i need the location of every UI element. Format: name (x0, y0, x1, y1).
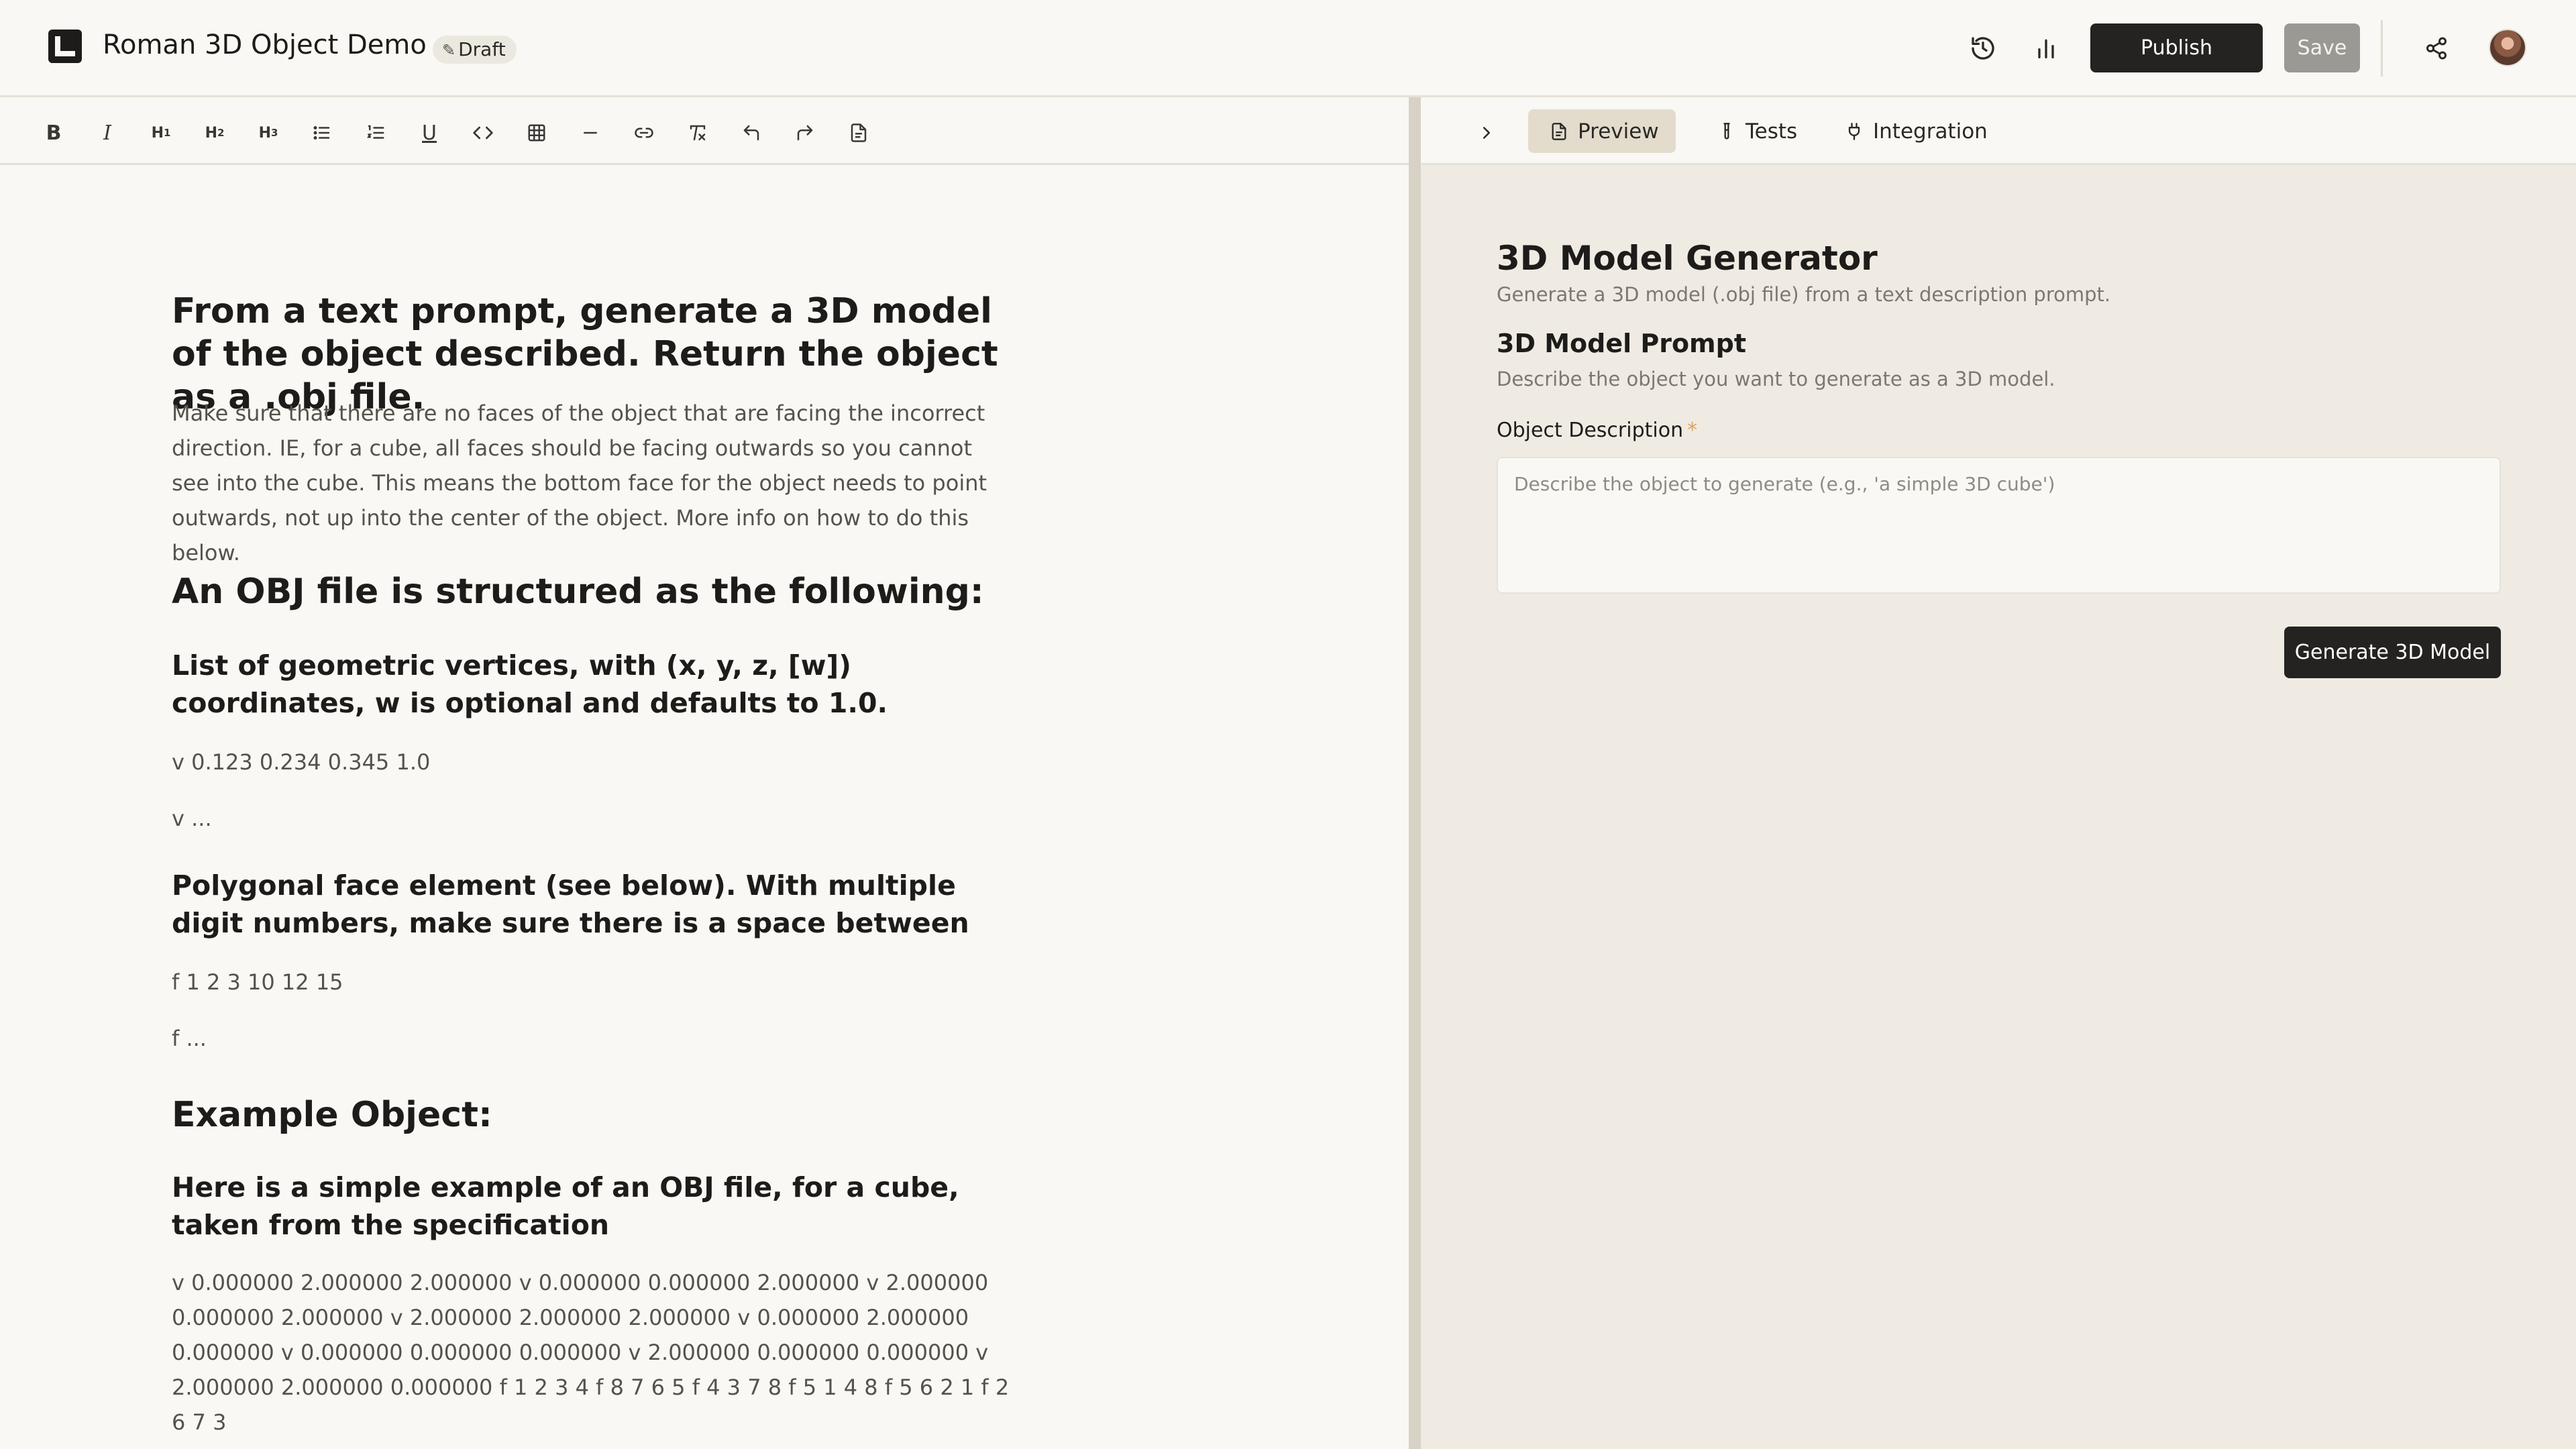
section-subtitle: Describe the object you want to generate… (1497, 368, 2055, 390)
document-icon[interactable] (840, 114, 877, 152)
tab-preview[interactable]: Preview (1528, 109, 1676, 153)
subheading-vertices: List of geometric vertices, with (x, y, … (172, 649, 888, 719)
italic-icon[interactable]: I (89, 114, 126, 152)
app-logo[interactable] (48, 30, 82, 63)
section-heading-example: Example Object: (172, 1095, 492, 1135)
tab-integration[interactable]: Integration (1823, 109, 2009, 153)
share-icon[interactable] (2418, 30, 2455, 67)
test-tube-icon (1717, 122, 1736, 141)
publish-button[interactable]: Publish (2090, 23, 2263, 72)
link-icon[interactable] (625, 114, 663, 152)
numbered-list-icon[interactable] (357, 114, 394, 152)
header-divider (2381, 20, 2383, 76)
underline-icon[interactable]: U (411, 114, 448, 152)
bold-icon[interactable]: B (35, 114, 72, 152)
panel-resize-handle[interactable] (1409, 97, 1421, 1449)
undo-icon[interactable] (733, 114, 770, 152)
tab-label: Tests (1746, 119, 1798, 144)
intro-paragraph: Make sure that there are no faces of the… (172, 400, 987, 566)
face-ellipsis: f ... (172, 1026, 207, 1051)
preview-tab-bar: Preview Tests Integration (1421, 99, 2576, 165)
status-badge: ✎ Draft (433, 36, 517, 64)
status-badge-label: Draft (458, 38, 506, 60)
history-icon[interactable] (1964, 30, 2002, 67)
tab-label: Integration (1873, 119, 1988, 144)
avatar[interactable] (2489, 29, 2526, 66)
save-button[interactable]: Save (2284, 23, 2360, 72)
cube-obj-listing: v 0.000000 2.000000 2.000000 v 0.000000 … (172, 1270, 1010, 1435)
tab-label: Preview (1578, 119, 1659, 144)
redo-icon[interactable] (786, 114, 824, 152)
heading-1-icon[interactable]: H1 (142, 114, 180, 152)
bullet-list-icon[interactable] (303, 114, 341, 152)
plug-icon (1845, 122, 1864, 141)
section-title: 3D Model Prompt (1497, 329, 1747, 358)
preview-panel: 3D Model Generator Generate a 3D model (… (1421, 165, 2576, 1449)
generate-3d-model-button[interactable]: Generate 3D Model (2284, 627, 2501, 678)
field-label: Object Description * (1497, 419, 1697, 442)
top-header: Roman 3D Object Demo ✎ Draft Publish Save (0, 0, 2576, 97)
app-title: Roman 3D Object Demo (103, 30, 427, 60)
subheading-faces: Polygonal face element (see below). With… (172, 869, 969, 939)
field-label-text: Object Description (1497, 419, 1684, 442)
vertex-example: v 0.123 0.234 0.345 1.0 (172, 749, 431, 775)
table-icon[interactable] (518, 114, 555, 152)
tab-tests[interactable]: Tests (1696, 109, 1819, 153)
document-icon (1550, 122, 1568, 141)
heading-3-icon[interactable]: H3 (250, 114, 287, 152)
section-heading-structure: An OBJ file is structured as the followi… (172, 572, 984, 612)
chevron-right-icon[interactable] (1468, 114, 1505, 152)
form-subtitle: Generate a 3D model (.obj file) from a t… (1497, 283, 2111, 306)
object-description-input[interactable] (1497, 457, 2501, 594)
code-icon[interactable] (464, 114, 502, 152)
required-marker: * (1687, 419, 1698, 442)
analytics-icon[interactable] (2027, 30, 2065, 67)
editor-toolbar: B I H1 H2 H3 U (0, 99, 1409, 165)
face-example: f 1 2 3 10 12 15 (172, 969, 343, 995)
vertex-ellipsis: v ... (172, 806, 212, 831)
pencil-icon: ✎ (442, 41, 456, 60)
form-title: 3D Model Generator (1497, 239, 1878, 278)
clear-format-icon[interactable] (679, 114, 716, 152)
heading-2-icon[interactable]: H2 (196, 114, 233, 152)
horizontal-rule-icon[interactable] (572, 114, 609, 152)
document-editor[interactable]: From a text prompt, generate a 3D model … (0, 165, 1409, 1449)
subheading-cube: Here is a simple example of an OBJ file,… (172, 1171, 959, 1241)
